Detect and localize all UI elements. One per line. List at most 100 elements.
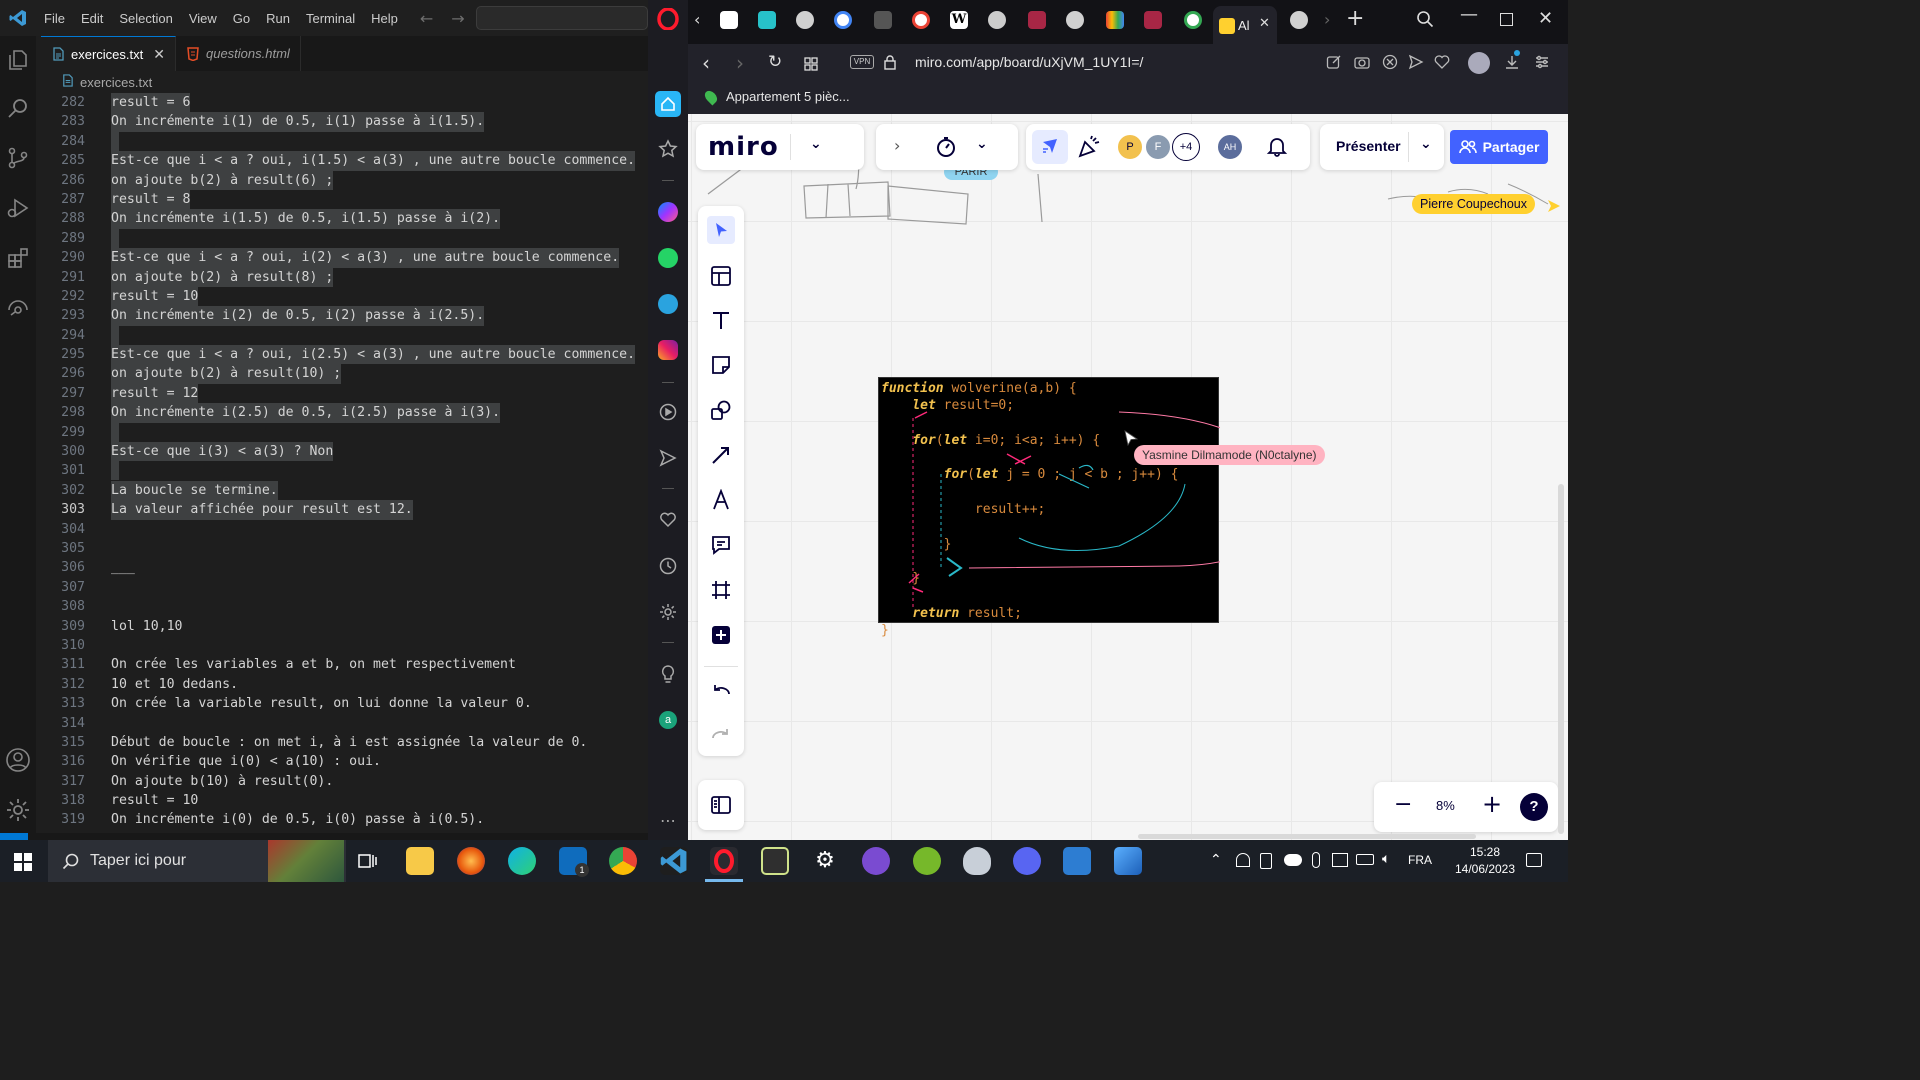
close-window-icon[interactable]: ✕ xyxy=(1538,8,1553,29)
select-cursor-icon[interactable] xyxy=(707,216,735,244)
share-button[interactable]: Partager xyxy=(1450,130,1548,164)
settings-gear-icon[interactable] xyxy=(4,796,32,824)
app-icon[interactable] xyxy=(761,847,789,875)
notification-center-icon[interactable] xyxy=(1526,853,1542,867)
forward-arrow-icon[interactable]: → xyxy=(451,9,464,28)
zoom-level[interactable]: 8% xyxy=(1436,798,1455,813)
board-menu-chevron-icon[interactable]: ⌄ xyxy=(810,136,822,152)
code-line[interactable]: 283 On incrémente i(1) de 0.5, i(1) passe… xyxy=(41,112,648,132)
frame-icon[interactable] xyxy=(707,576,735,604)
taskbar-search-box[interactable]: Taper ici pour xyxy=(48,840,346,882)
code-line[interactable]: 310 xyxy=(41,636,648,655)
menu-item-view[interactable]: View xyxy=(181,11,225,26)
messenger-icon[interactable] xyxy=(656,200,680,224)
horizontal-scrollbar[interactable] xyxy=(1138,834,1476,839)
tab-favicon-icon[interactable] xyxy=(1066,11,1084,29)
star-icon[interactable] xyxy=(656,137,680,161)
code-line[interactable]: 317 On ajoute b(10) à result(0). xyxy=(41,772,648,791)
code-line[interactable]: 316 On vérifie que i(0) < a(10) : oui. xyxy=(41,752,648,771)
tab-grid-icon[interactable] xyxy=(804,56,818,71)
code-line[interactable]: 285 Est-ce que i < a ? oui, i(1.5) < a(3)… xyxy=(41,151,648,171)
undo-icon[interactable] xyxy=(707,678,735,706)
code-line[interactable]: 289 xyxy=(41,228,648,248)
tab-scroll-left-icon[interactable]: ‹ xyxy=(694,10,700,29)
language-indicator[interactable]: FRA xyxy=(1408,853,1432,867)
present-options-chevron-icon[interactable]: ⌄ xyxy=(1420,136,1432,152)
code-line[interactable]: 291 on ajoute b(2) à result(8) ; xyxy=(41,267,648,287)
sticky-note-icon[interactable] xyxy=(707,351,735,379)
menu-item-file[interactable]: File xyxy=(36,11,73,26)
history-clock-icon[interactable] xyxy=(656,554,680,578)
back-arrow-icon[interactable]: ← xyxy=(420,9,433,28)
code-line[interactable]: 314 xyxy=(41,714,648,733)
home-icon[interactable] xyxy=(655,91,681,117)
send-icon[interactable] xyxy=(656,446,680,470)
url-text[interactable]: miro.com/app/board/uXjVM_1UY1I=/ xyxy=(915,54,1143,70)
code-line[interactable]: 288 On incrémente i(1.5) de 0.5, i(1.5) p… xyxy=(41,209,648,229)
edit-page-icon[interactable] xyxy=(1326,54,1342,74)
code-line[interactable]: 306 ___ xyxy=(41,558,648,577)
active-browser-tab[interactable]: Al ✕ xyxy=(1213,6,1277,44)
app-icon[interactable] xyxy=(862,847,890,875)
close-tab-icon[interactable]: ✕ xyxy=(1259,16,1270,31)
connection-line-icon[interactable] xyxy=(707,441,735,469)
miro-logo[interactable]: miro xyxy=(708,132,779,162)
redo-icon[interactable] xyxy=(707,722,735,750)
avatar-f[interactable]: F xyxy=(1144,133,1172,161)
settings-gear-icon[interactable]: ⚙ xyxy=(811,847,839,875)
vpn-badge[interactable]: VPN xyxy=(850,55,874,69)
profile-avatar[interactable] xyxy=(1468,52,1490,74)
tab-scroll-right-icon[interactable]: › xyxy=(1324,10,1330,29)
timer-icon[interactable] xyxy=(934,135,958,163)
heart-icon[interactable] xyxy=(1434,54,1450,74)
tab-google-icon[interactable] xyxy=(1184,11,1202,29)
back-icon[interactable]: ‹ xyxy=(702,51,710,75)
source-control-icon[interactable] xyxy=(4,144,32,172)
side-panel-icon[interactable] xyxy=(710,794,732,820)
miro-board[interactable]: PARIR miro ⌄ › ⌄ P F +4 AH Présenter ⌄ P… xyxy=(688,114,1568,840)
templates-icon[interactable] xyxy=(707,262,735,290)
app-icon[interactable] xyxy=(1063,847,1091,875)
menu-item-terminal[interactable]: Terminal xyxy=(298,11,363,26)
more-apps-plus-icon[interactable] xyxy=(707,621,735,649)
zoom-out-button[interactable]: − xyxy=(1394,792,1412,817)
code-line[interactable]: 295 Est-ce que i < a ? oui, i(2.5) < a(3)… xyxy=(41,345,648,365)
shapes-icon[interactable] xyxy=(707,396,735,424)
help-button[interactable]: ? xyxy=(1520,793,1548,821)
vscode-taskbar-icon[interactable] xyxy=(660,847,688,875)
app-icon[interactable] xyxy=(963,847,991,875)
cursor-mode-button[interactable] xyxy=(1032,130,1068,164)
tab-favicon-icon[interactable] xyxy=(758,11,776,29)
more-tools-chevron-icon[interactable]: ⌄ xyxy=(976,136,988,152)
opera-taskbar-icon[interactable] xyxy=(710,847,738,875)
tab-favicon-icon[interactable] xyxy=(1028,11,1046,29)
comment-icon[interactable] xyxy=(707,531,735,559)
easy-setup-icon[interactable] xyxy=(1534,54,1550,74)
firefox-icon[interactable] xyxy=(457,847,485,875)
tab-questions[interactable]: questions.html xyxy=(176,36,301,71)
new-tab-plus-icon[interactable]: + xyxy=(1346,6,1364,31)
display-icon[interactable] xyxy=(1332,853,1348,867)
vertical-scrollbar[interactable] xyxy=(1558,484,1564,834)
instagram-icon[interactable] xyxy=(656,338,680,362)
whatsapp-icon[interactable] xyxy=(656,246,680,270)
code-line[interactable]: 305 xyxy=(41,539,648,558)
code-line[interactable]: 302 La boucle se termine. xyxy=(41,480,648,501)
code-line[interactable]: 296 on ajoute b(2) à result(10) ; xyxy=(41,364,648,384)
heart-icon[interactable] xyxy=(656,508,680,532)
lightbulb-icon[interactable] xyxy=(656,662,680,686)
tab-google-icon[interactable] xyxy=(912,11,930,29)
code-line[interactable]: 311 On crée les variables a et b, on met … xyxy=(41,655,648,674)
code-line[interactable]: 294 xyxy=(41,325,648,345)
more-collaborators-badge[interactable]: +4 xyxy=(1172,133,1200,161)
volume-icon[interactable]: 🔈︎ xyxy=(1382,851,1390,867)
code-line[interactable]: 318 result = 10 xyxy=(41,791,648,810)
menu-item-run[interactable]: Run xyxy=(258,11,298,26)
code-line[interactable]: 319 On incrémente i(0) de 0.5, i(0) passe… xyxy=(41,810,648,829)
discord-icon[interactable] xyxy=(1013,847,1041,875)
download-icon[interactable] xyxy=(1504,50,1520,74)
device-icon[interactable] xyxy=(1260,853,1272,869)
search-icon[interactable] xyxy=(4,94,32,122)
tab-favicon-icon[interactable] xyxy=(988,11,1006,29)
telegram-icon[interactable] xyxy=(656,292,680,316)
